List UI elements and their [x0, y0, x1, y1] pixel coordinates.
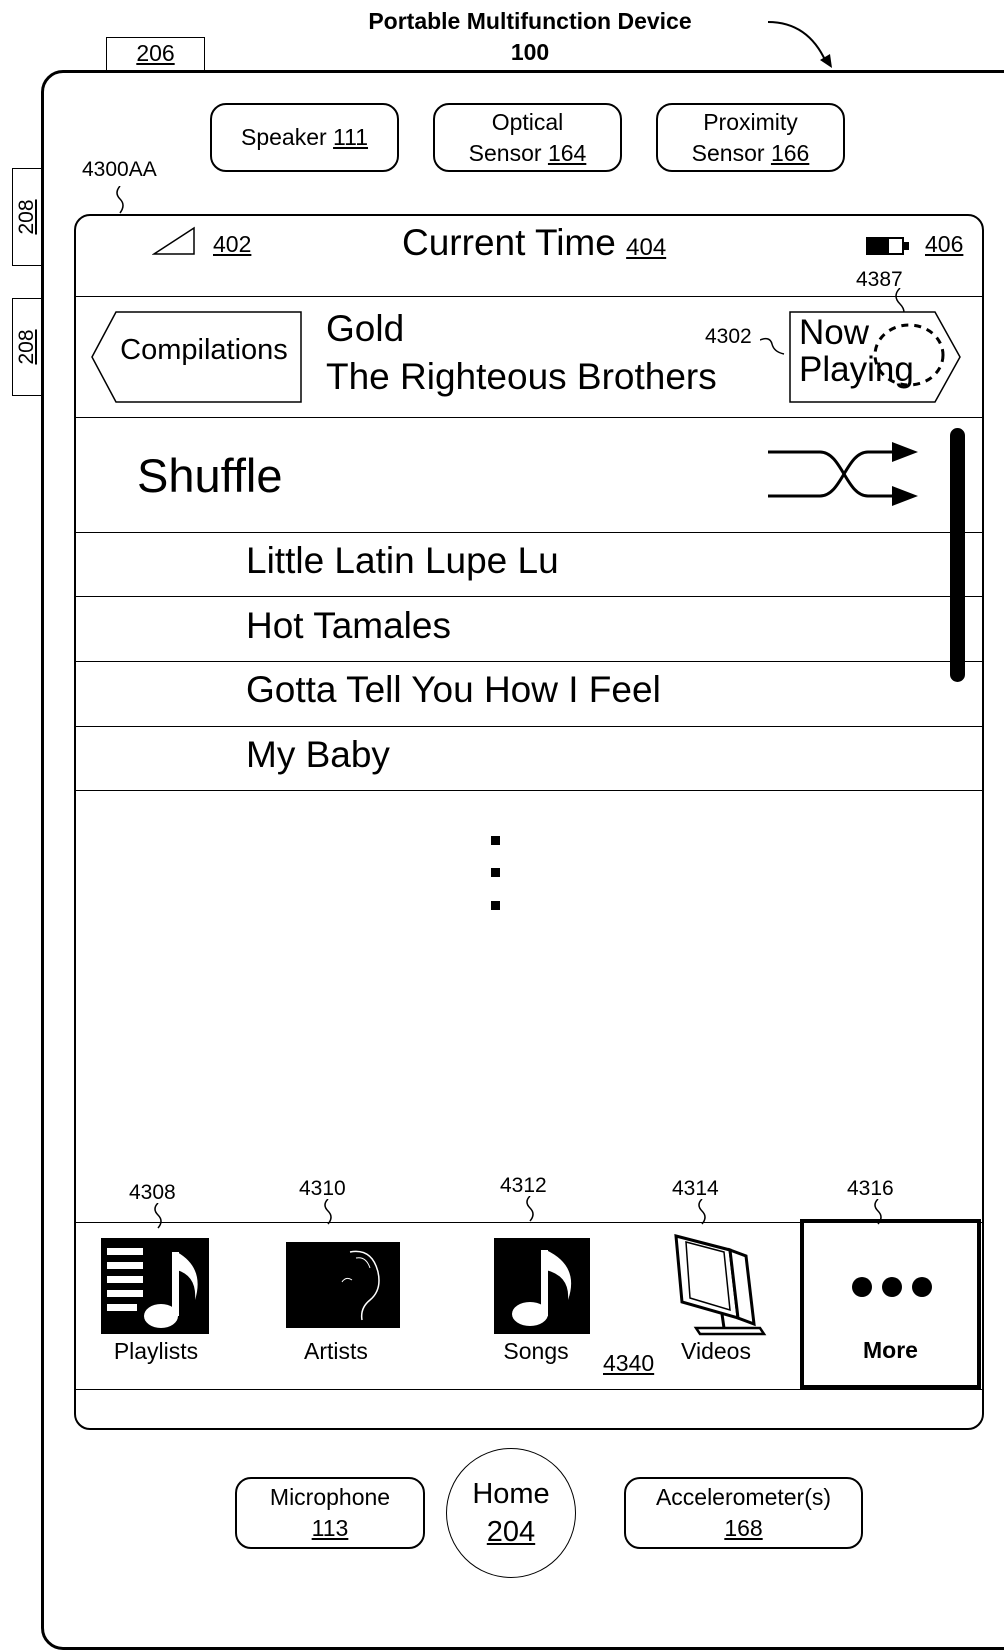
accelerometer-label: Accelerometer(s)	[655, 1484, 832, 1510]
tab-videos-label: Videos	[681, 1338, 751, 1364]
tab-bar-bottom-divider	[76, 1389, 982, 1390]
home-button[interactable]: Home 204	[446, 1448, 576, 1578]
continuation-dot-2	[491, 868, 500, 877]
song-row-1[interactable]: Little Latin Lupe Lu	[246, 540, 559, 582]
tab-videos-ref: 4314	[672, 1177, 719, 1200]
tab-songs-label: Songs	[503, 1338, 569, 1364]
tab-playlists[interactable]: Playlists	[76, 1224, 236, 1388]
proximity-line-1: Proximity	[703, 108, 798, 135]
music-note-icon	[494, 1238, 590, 1334]
optical-sensor-pill: Optical Sensor 164	[433, 103, 622, 172]
signal-strength-icon	[152, 226, 195, 255]
tab-more-ref: 4316	[847, 1177, 894, 1200]
side-button-208-upper[interactable]: 208	[12, 168, 41, 266]
speaker-num: 111	[333, 124, 369, 150]
shuffle-row[interactable]: Shuffle	[137, 448, 282, 503]
tab-videos[interactable]: Videos	[636, 1224, 796, 1388]
tab-more-label: More	[863, 1337, 918, 1363]
row-divider-1	[76, 532, 982, 533]
speaker-pill: Speaker 111	[210, 103, 399, 172]
current-time-num: 404	[626, 234, 667, 261]
signal-ref: 402	[213, 231, 252, 257]
accelerometer-pill: Accelerometer(s) 168	[624, 1477, 863, 1549]
playlist-icon	[101, 1238, 209, 1334]
battery-icon	[866, 237, 909, 255]
song-row-3[interactable]: Gotta Tell You How I Feel	[246, 669, 661, 711]
continuation-dot-1	[491, 836, 500, 845]
tab-artists-ref: 4310	[299, 1177, 346, 1200]
title-line-1: Portable Multifunction Device	[368, 8, 692, 34]
microphone-pill: Microphone 113	[235, 1477, 425, 1549]
side-button-208-lower[interactable]: 208	[12, 298, 41, 396]
screen-ref-leader	[116, 186, 124, 214]
now-playing-line-1: Now	[799, 313, 870, 352]
ellipsis-icon	[852, 1277, 932, 1297]
now-playing-button[interactable]: Now Playing	[799, 314, 914, 388]
row-divider-4	[76, 726, 982, 727]
shuffle-icon	[768, 442, 918, 506]
screen-ref-label: 4300AA	[82, 158, 157, 181]
tab-songs[interactable]: Songs	[456, 1224, 616, 1388]
optical-num: 164	[547, 139, 587, 166]
song-row-2[interactable]: Hot Tamales	[246, 605, 451, 647]
proximity-line-2: Sensor	[691, 139, 765, 166]
title-line-2: 100	[510, 39, 550, 65]
tab-songs-ref: 4312	[500, 1174, 547, 1197]
ref-208-lower: 208	[15, 329, 38, 365]
tab-playlists-label: Playlists	[113, 1338, 199, 1364]
compilations-back-button[interactable]: Compilations	[110, 334, 298, 367]
home-num: 204	[486, 1516, 536, 1548]
album-title: Gold	[326, 308, 405, 349]
proximity-num: 166	[770, 139, 810, 166]
tab-artists-label: Artists	[304, 1338, 368, 1364]
row-divider-5	[76, 790, 982, 791]
ref-208-upper: 208	[15, 199, 38, 235]
optical-line-2: Sensor	[468, 139, 542, 166]
tab-artists[interactable]: Artists	[256, 1224, 416, 1388]
row-divider-2	[76, 596, 982, 597]
continuation-dot-3	[491, 901, 500, 910]
accelerometer-num: 168	[724, 1515, 763, 1541]
microphone-label: Microphone	[269, 1484, 391, 1510]
artist-icon	[286, 1242, 400, 1328]
artist-name: The Righteous Brothers	[326, 356, 717, 397]
tab-playlists-ref: 4308	[129, 1181, 176, 1204]
now-playing-button-leader	[760, 337, 785, 355]
scrollbar[interactable]	[950, 428, 965, 682]
current-time: Current Time 404	[402, 222, 666, 264]
speaker-label: Speaker	[240, 124, 327, 150]
proximity-sensor-pill: Proximity Sensor 166	[656, 103, 845, 172]
optical-line-1: Optical	[491, 108, 564, 135]
microphone-num: 113	[311, 1515, 349, 1541]
nav-bar-divider	[76, 417, 982, 418]
device-tab-206: 206	[106, 37, 205, 70]
tv-icon	[674, 1234, 767, 1336]
song-row-4[interactable]: My Baby	[246, 734, 390, 776]
now-playing-line-2: Playing	[799, 350, 914, 389]
ref-206: 206	[136, 40, 175, 66]
status-bar-divider	[76, 296, 982, 297]
figure-title: Portable Multifunction Device 100	[300, 6, 760, 68]
title-arrow	[767, 21, 832, 68]
now-playing-button-ref: 4302	[705, 325, 752, 348]
row-divider-3	[76, 661, 982, 662]
current-time-label: Current Time	[402, 222, 616, 263]
home-label: Home	[472, 1478, 550, 1510]
battery-ref: 406	[925, 231, 964, 257]
tab-songs-leader	[526, 1196, 534, 1222]
tab-more[interactable]: More	[800, 1219, 981, 1389]
